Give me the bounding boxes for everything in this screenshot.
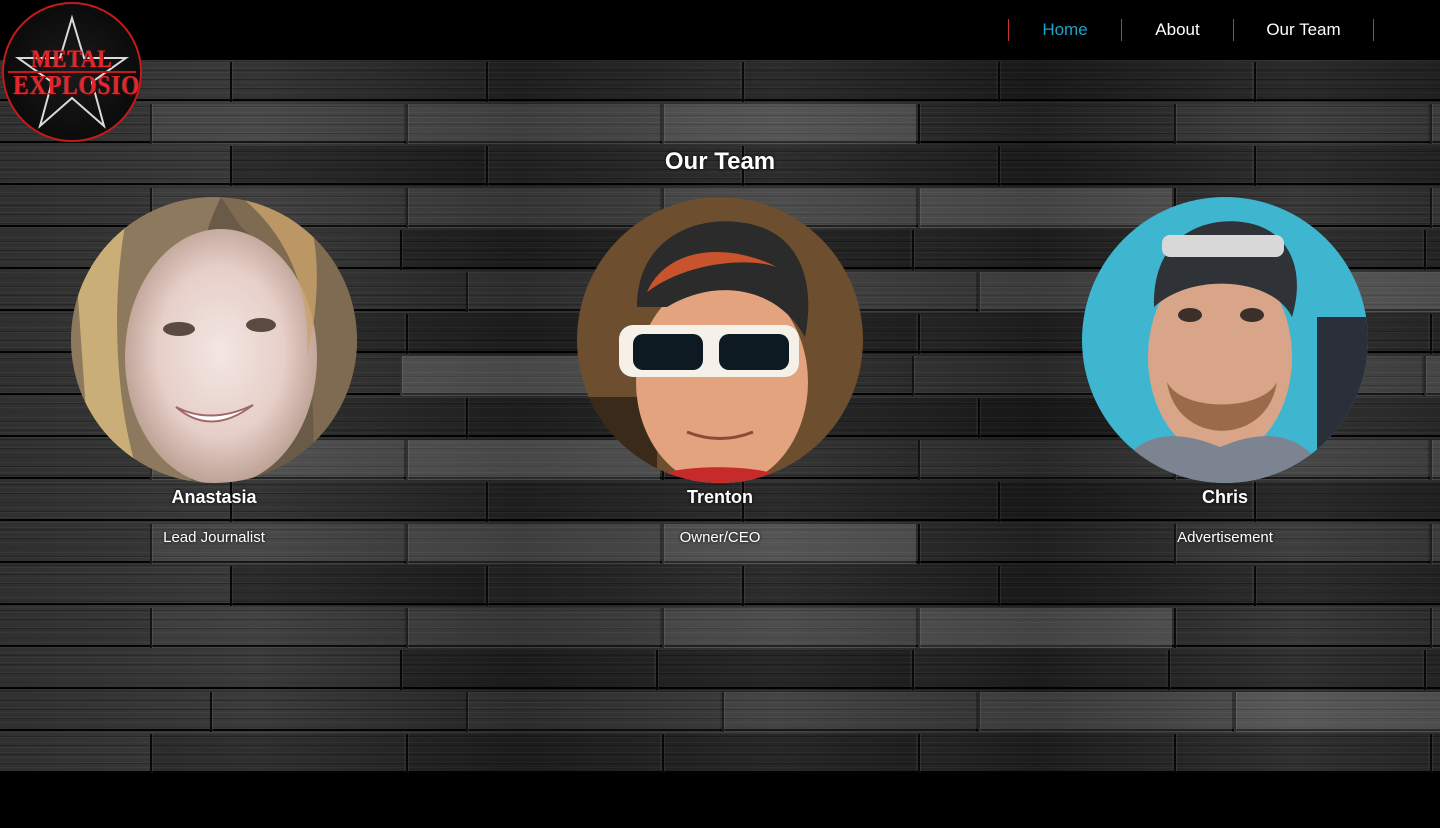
plank-shade: [1424, 230, 1440, 270]
page-title: Our Team: [664, 148, 776, 175]
plank-shade: [662, 734, 916, 773]
member-name: Trenton: [687, 487, 753, 507]
plank-shade: [1174, 734, 1428, 773]
plank-shade: [486, 62, 740, 102]
nav-about[interactable]: About: [1122, 20, 1233, 40]
plank-shade: [918, 608, 1172, 648]
plank-shade: [662, 104, 916, 144]
plank-shade: [466, 692, 720, 732]
team-member-card: Trenton Owner/CEO: [570, 197, 870, 546]
plank-shade: [1430, 104, 1440, 144]
avatar: [1082, 197, 1368, 483]
plank-shade: [150, 608, 404, 648]
plank-shade: [150, 734, 404, 773]
plank-shade: [1424, 650, 1440, 690]
plank-shade: [742, 62, 996, 102]
plank-shade: [1430, 314, 1440, 354]
plank-shade: [210, 692, 464, 732]
logo-text-line2: EXPLOSION: [13, 70, 141, 100]
member-role: Advertisement: [1177, 529, 1273, 546]
plank-shade: [230, 566, 484, 606]
plank-shade: [998, 62, 1252, 102]
plank-shade: [230, 62, 484, 102]
member-name: Chris: [1201, 487, 1248, 507]
plank-shade: [150, 104, 404, 144]
plank-shade: [406, 734, 660, 773]
plank-shade: [486, 566, 740, 606]
plank-shade: [656, 650, 910, 690]
plank-shade: [1424, 356, 1440, 396]
plank-shade: [1430, 734, 1440, 773]
team-member-card: Chris Advertisement: [1075, 197, 1375, 546]
plank-shade: [1430, 188, 1440, 228]
member-role: Lead Journalist: [163, 529, 265, 546]
header: Home About Our Team: [0, 0, 1440, 60]
plank-shade: [1234, 692, 1440, 732]
plank-shade: [400, 650, 654, 690]
plank-shade: [918, 104, 1172, 144]
plank-shade: [662, 608, 916, 648]
plank-shade: [1174, 104, 1428, 144]
plank-shade: [1430, 440, 1440, 480]
plank-shade: [1430, 524, 1440, 564]
plank-shade: [742, 566, 996, 606]
plank-shade: [912, 650, 1166, 690]
footer-bar: [0, 773, 1440, 828]
plank-shade: [406, 104, 660, 144]
plank-shade: [978, 692, 1232, 732]
site-logo[interactable]: METAL EXPLOSION: [2, 2, 142, 142]
member-name: Anastasia: [171, 487, 257, 507]
nav-separator: [1373, 19, 1374, 41]
avatar: [577, 197, 863, 483]
plank-shade: [1254, 62, 1440, 102]
nav-home[interactable]: Home: [1009, 20, 1121, 40]
plank-shade: [1168, 650, 1422, 690]
plank-shade: [998, 566, 1252, 606]
plank-shade: [722, 692, 976, 732]
plank-shade: [918, 734, 1172, 773]
avatar: [71, 197, 357, 483]
nav-our-team[interactable]: Our Team: [1234, 20, 1373, 40]
plank-shade: [1174, 608, 1428, 648]
plank-shade: [1254, 566, 1440, 606]
member-role: Owner/CEO: [679, 529, 761, 546]
main-nav: Home About Our Team: [1008, 0, 1374, 60]
plank-shade: [1430, 608, 1440, 648]
plank-shade: [406, 608, 660, 648]
team-member-card: Anastasia Lead Journalist: [64, 197, 364, 546]
